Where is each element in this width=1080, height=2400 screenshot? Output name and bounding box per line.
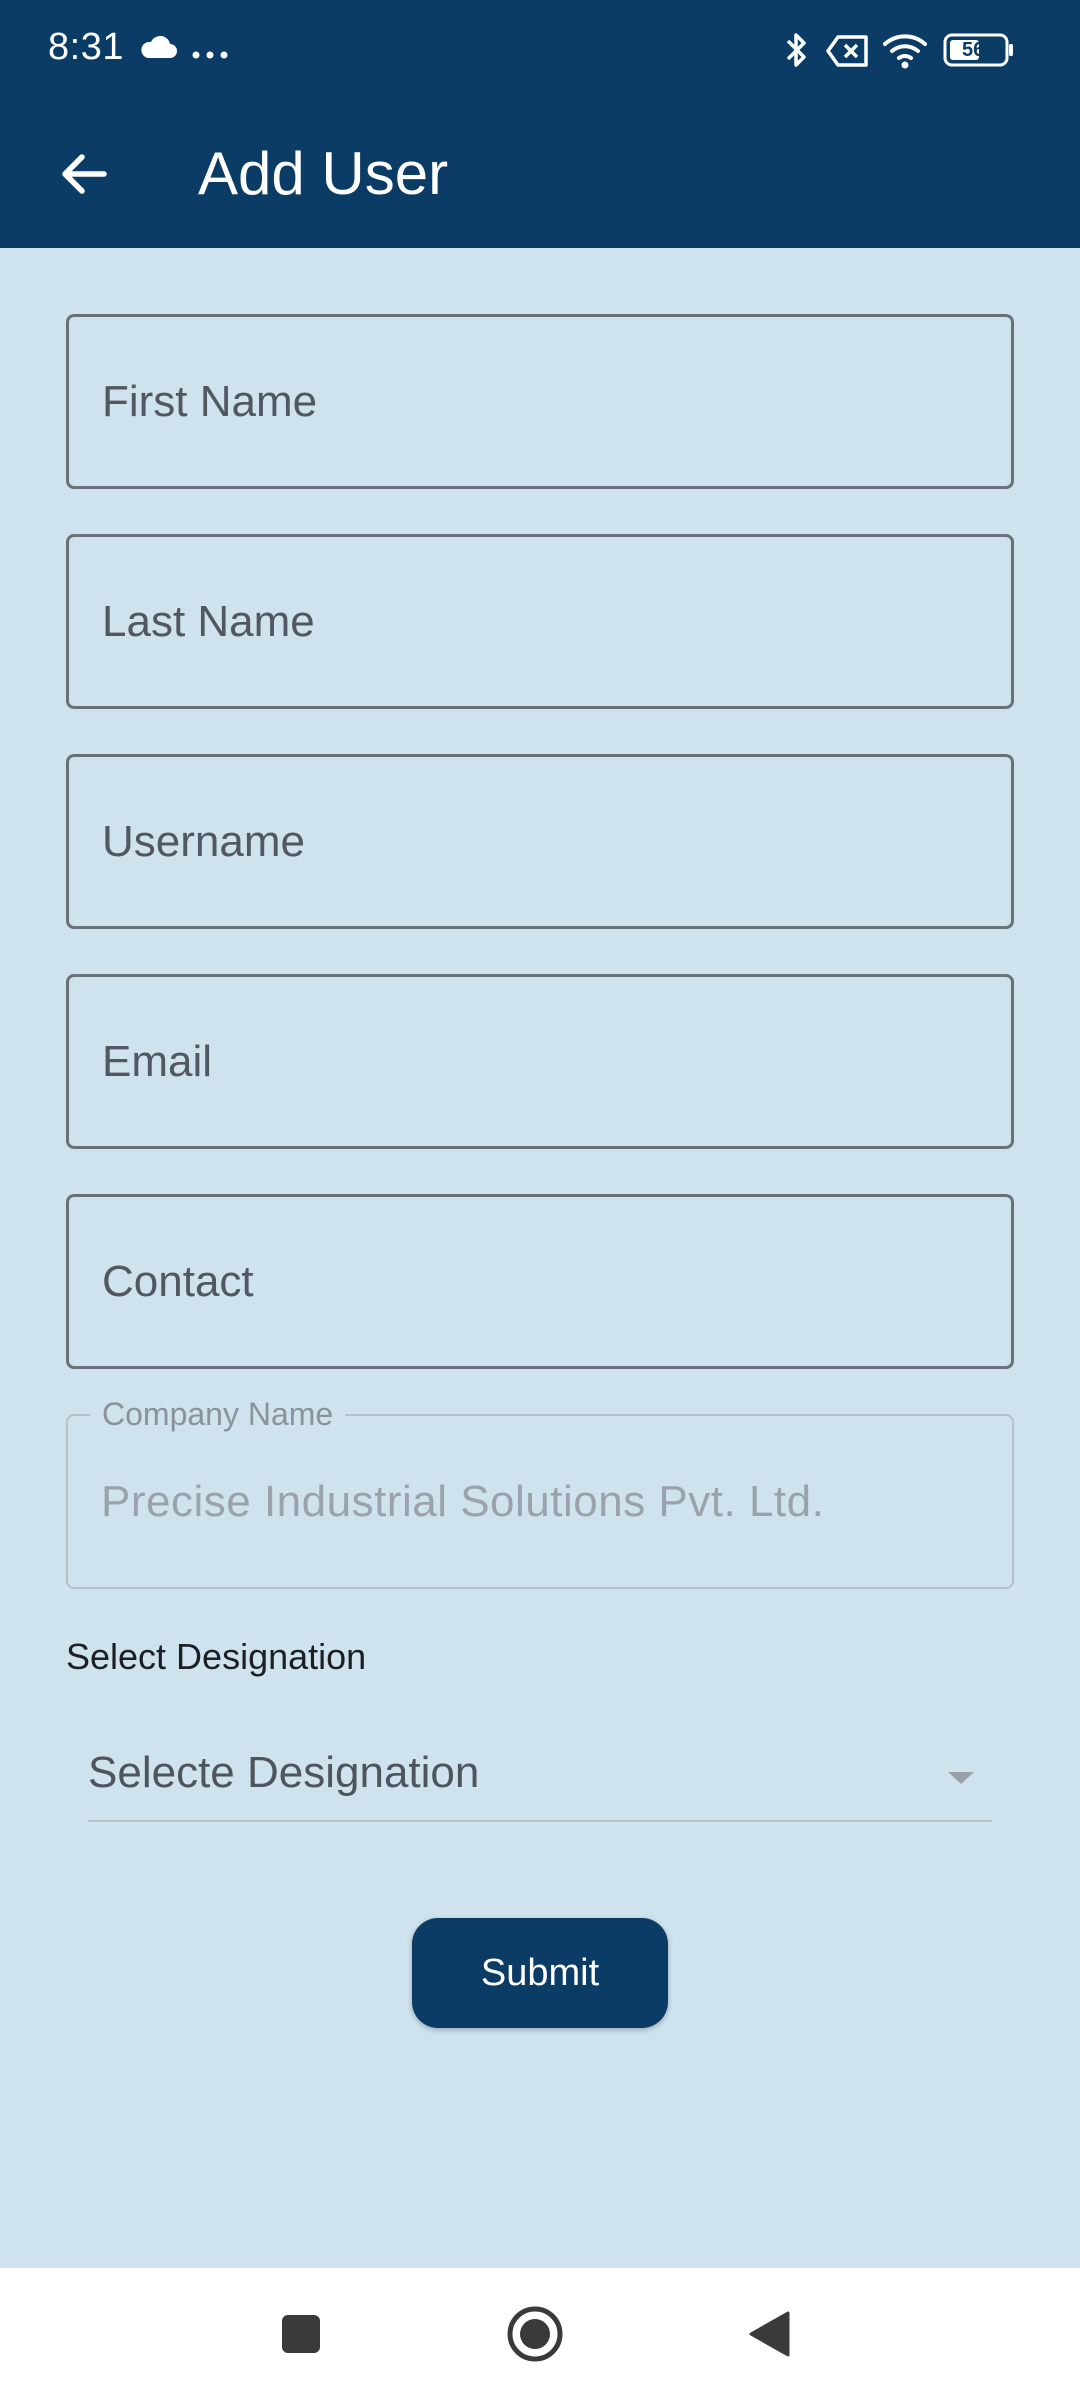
email-input[interactable] (69, 977, 1011, 1146)
contact-input[interactable] (69, 1197, 1011, 1366)
back-button[interactable] (40, 130, 128, 218)
company-name-field: Company Name Precise Industrial Solution… (66, 1396, 1014, 1589)
app-bar: Add User (0, 100, 1080, 248)
back-triangle-icon[interactable] (748, 2310, 790, 2358)
username-input[interactable] (69, 757, 1011, 926)
page-title: Add User (198, 140, 449, 207)
first-name-field[interactable] (66, 314, 1014, 489)
recents-square-icon[interactable] (280, 2313, 322, 2355)
cloud-icon (138, 34, 178, 67)
designation-label: Select Designation (66, 1636, 367, 1677)
submit-button[interactable]: Submit (412, 1918, 668, 2028)
status-time: 8:31 (48, 26, 124, 68)
arrow-left-icon (62, 154, 107, 194)
contact-field[interactable] (66, 1194, 1014, 1369)
status-bar: 8:31 56 (0, 0, 1080, 100)
system-nav-bar (0, 2268, 1080, 2400)
last-name-input[interactable] (69, 537, 1011, 706)
home-circle-icon[interactable] (506, 2305, 564, 2363)
username-field[interactable] (66, 754, 1014, 929)
designation-dropdown[interactable]: Selecte Designation (88, 1728, 992, 1822)
last-name-field[interactable] (66, 534, 1014, 709)
bluetooth-icon (786, 33, 806, 67)
email-field[interactable] (66, 974, 1014, 1149)
company-name-value: Precise Industrial Solutions Pvt. Ltd. (101, 1476, 825, 1526)
first-name-input[interactable] (69, 317, 1011, 486)
designation-selected-value: Selecte Designation (88, 1748, 480, 1797)
wifi-icon (883, 34, 927, 69)
more-dots-icon (192, 46, 228, 64)
battery-level: 56 (962, 39, 985, 61)
caret-down-icon (948, 1772, 974, 1784)
no-sim-icon (826, 35, 868, 67)
